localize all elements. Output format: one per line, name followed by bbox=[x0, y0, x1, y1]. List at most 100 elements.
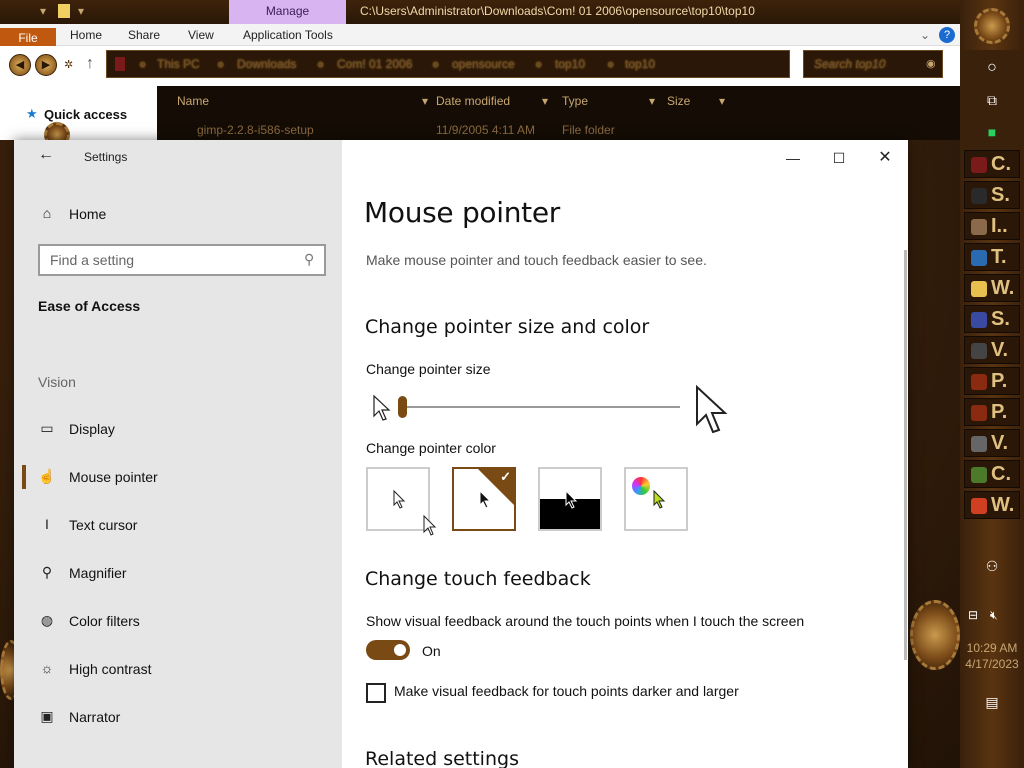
taskbar-app-9[interactable]: V. bbox=[964, 429, 1020, 457]
taskbar-app-10[interactable]: C. bbox=[964, 460, 1020, 488]
app-pinned-icon[interactable]: ■ bbox=[960, 114, 1024, 150]
taskbar-app-label: S. bbox=[991, 184, 1010, 206]
chevron-down-icon[interactable]: ▾ bbox=[78, 4, 84, 18]
clock-date: 4/17/2023 bbox=[965, 657, 1019, 671]
pointer-color-custom[interactable] bbox=[624, 467, 688, 531]
nav-color-filters[interactable]: ◍ Color filters bbox=[14, 601, 342, 641]
text-cursor-icon: I bbox=[45, 516, 49, 532]
window-title: Settings bbox=[84, 150, 128, 164]
breadcrumb-downloads[interactable]: Downloads bbox=[237, 57, 296, 71]
file-name[interactable]: gimp-2.2.8-i586-setup bbox=[197, 123, 314, 137]
darker-feedback-checkbox[interactable] bbox=[366, 683, 386, 703]
pointer-color-white[interactable] bbox=[366, 467, 430, 531]
nav-narrator[interactable]: ▣ Narrator bbox=[14, 697, 342, 737]
search-circle-icon[interactable]: ○ bbox=[960, 50, 1024, 86]
breadcrumb-separator: ● bbox=[535, 57, 543, 71]
breadcrumb-com[interactable]: Com! 01 2006 bbox=[337, 57, 412, 71]
up-arrow-icon[interactable]: ↑ bbox=[86, 55, 94, 73]
ribbon-view[interactable]: View bbox=[188, 28, 214, 42]
nav-magnifier[interactable]: ⚲ Magnifier bbox=[14, 553, 342, 593]
nav-narrator-label: Narrator bbox=[69, 709, 121, 725]
taskbar-app-5[interactable]: S. bbox=[964, 305, 1020, 333]
scrollbar[interactable] bbox=[904, 250, 907, 660]
notifications-icon[interactable]: ▤ bbox=[960, 684, 1024, 720]
column-name[interactable]: Name bbox=[177, 94, 209, 108]
taskbar-app-1[interactable]: S. bbox=[964, 181, 1020, 209]
back-icon[interactable]: ◀ bbox=[9, 54, 31, 76]
pointer-size-slider[interactable] bbox=[398, 396, 407, 418]
quick-access-label[interactable]: Quick access bbox=[44, 107, 127, 122]
touch-feedback-toggle[interactable] bbox=[366, 640, 410, 660]
drive-icon bbox=[115, 57, 125, 71]
taskbar-app-6[interactable]: V. bbox=[964, 336, 1020, 364]
taskbar-app-label: C. bbox=[991, 463, 1011, 485]
taskbar-app-label: C. bbox=[991, 153, 1011, 175]
maximize-button[interactable]: ☐ bbox=[816, 150, 862, 167]
column-type[interactable]: Type bbox=[562, 94, 588, 108]
chevron-down-icon[interactable]: ⌄ bbox=[920, 28, 930, 42]
breadcrumb-opensource[interactable]: opensource bbox=[452, 57, 515, 71]
quick-access-toolbar-icon[interactable]: ▾ bbox=[40, 4, 46, 18]
taskbar-app-11[interactable]: W. bbox=[964, 491, 1020, 519]
ribbon-application-tools[interactable]: Application Tools bbox=[243, 28, 333, 42]
nav-home-label: Home bbox=[69, 206, 107, 222]
black-pointer-icon bbox=[479, 489, 492, 509]
help-icon[interactable]: ? bbox=[939, 27, 955, 43]
nav-display[interactable]: ▭ Display bbox=[14, 409, 342, 449]
pointer-color-inverted[interactable] bbox=[538, 467, 602, 531]
nav-text-cursor[interactable]: I Text cursor bbox=[14, 505, 342, 545]
network-icon[interactable]: ⊟ bbox=[968, 608, 978, 622]
forward-icon[interactable]: ▶ bbox=[35, 54, 57, 76]
pointer-size-track bbox=[402, 406, 680, 408]
task-view-icon[interactable]: ⧉ bbox=[960, 82, 1024, 118]
explorer-search[interactable]: Search top10 ◉ bbox=[803, 50, 943, 78]
palette-icon: ◍ bbox=[40, 612, 54, 628]
nav-magnifier-label: Magnifier bbox=[69, 565, 127, 581]
nav-high-contrast[interactable]: ☼ High contrast bbox=[14, 649, 342, 689]
close-button[interactable]: ✕ bbox=[862, 147, 908, 167]
taskbar-app-4[interactable]: W. bbox=[964, 274, 1020, 302]
column-size[interactable]: Size bbox=[667, 94, 690, 108]
breadcrumb-top10[interactable]: top10 bbox=[555, 57, 585, 71]
nav-home[interactable]: ⌂ Home bbox=[14, 194, 342, 234]
app-icon bbox=[971, 250, 987, 266]
touch-feedback-label: Show visual feedback around the touch po… bbox=[366, 613, 805, 629]
monitor-icon: ▭ bbox=[40, 420, 54, 436]
breadcrumb-top10-current[interactable]: top10 bbox=[625, 57, 655, 71]
taskbar-app-8[interactable]: P. bbox=[964, 398, 1020, 426]
pointer-color-black[interactable]: ✓ bbox=[452, 467, 516, 531]
file-list: Name ▾ Date modified ▾ Type ▾ Size ▾ gim… bbox=[157, 86, 960, 140]
nav-mouse-pointer-label: Mouse pointer bbox=[69, 469, 158, 485]
app-icon bbox=[971, 157, 987, 173]
column-date-modified[interactable]: Date modified bbox=[436, 94, 510, 108]
settings-window: ← Settings ⌂ Home Find a setting ⚲ Ease … bbox=[14, 140, 908, 768]
people-icon[interactable]: ⚇ bbox=[960, 548, 1024, 584]
page-title: Mouse pointer bbox=[364, 196, 560, 229]
taskbar-app-3[interactable]: T. bbox=[964, 243, 1020, 271]
address-bar[interactable]: ● This PC ● Downloads ● Com! 01 2006 ● o… bbox=[106, 50, 790, 78]
minimize-button[interactable]: — bbox=[770, 150, 816, 166]
find-setting-placeholder: Find a setting bbox=[50, 252, 135, 268]
group-heading: Vision bbox=[38, 374, 76, 390]
start-icon[interactable] bbox=[974, 8, 1010, 44]
ribbon-home[interactable]: Home bbox=[70, 28, 102, 42]
taskbar-app-7[interactable]: P. bbox=[964, 367, 1020, 395]
star-icon: ★ bbox=[26, 106, 38, 121]
taskbar-app-2[interactable]: I.. bbox=[964, 212, 1020, 240]
page-description: Make mouse pointer and touch feedback ea… bbox=[366, 252, 707, 268]
app-icon bbox=[971, 405, 987, 421]
volume-mute-icon[interactable]: 🔇︎ bbox=[990, 608, 998, 623]
recent-locations-icon[interactable]: ✲ bbox=[64, 58, 73, 71]
small-pointer-icon bbox=[373, 394, 391, 421]
taskbar-clock[interactable]: 10:29 AM 4/17/2023 bbox=[960, 640, 1024, 672]
taskbar-app-0[interactable]: C. bbox=[964, 150, 1020, 178]
find-setting-input[interactable]: Find a setting ⚲ bbox=[38, 244, 326, 276]
ribbon-share[interactable]: Share bbox=[128, 28, 160, 42]
breadcrumb-separator: ● bbox=[317, 57, 325, 71]
explorer-ribbon: File Home Share View Application Tools ⌄… bbox=[0, 24, 960, 50]
tab-manage[interactable]: Manage bbox=[229, 0, 346, 24]
nav-mouse-pointer[interactable]: ☝ Mouse pointer bbox=[14, 457, 342, 497]
app-icon bbox=[971, 281, 987, 297]
breadcrumb-this-pc[interactable]: This PC bbox=[157, 57, 200, 71]
back-arrow-icon[interactable]: ← bbox=[38, 146, 54, 164]
